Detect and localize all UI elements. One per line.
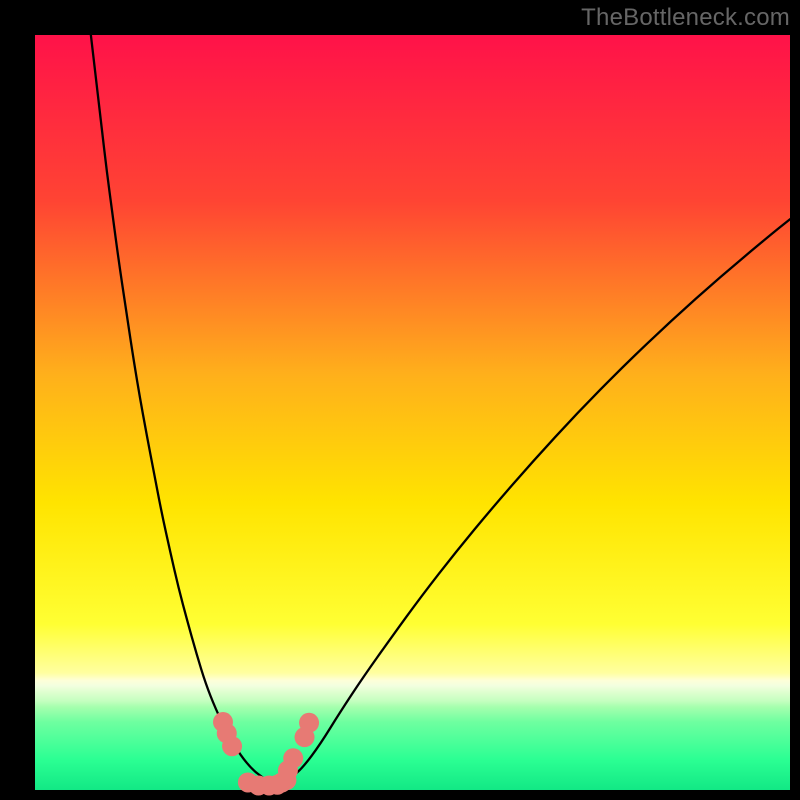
watermark-text: TheBottleneck.com <box>581 4 790 32</box>
marker-floor-markers <box>283 748 303 768</box>
marker-left-knee-markers <box>222 736 242 756</box>
chart-frame: TheBottleneck.com <box>0 0 800 800</box>
chart-canvas <box>0 0 800 800</box>
plot-background <box>35 35 790 790</box>
marker-right-knee-markers <box>299 713 319 733</box>
